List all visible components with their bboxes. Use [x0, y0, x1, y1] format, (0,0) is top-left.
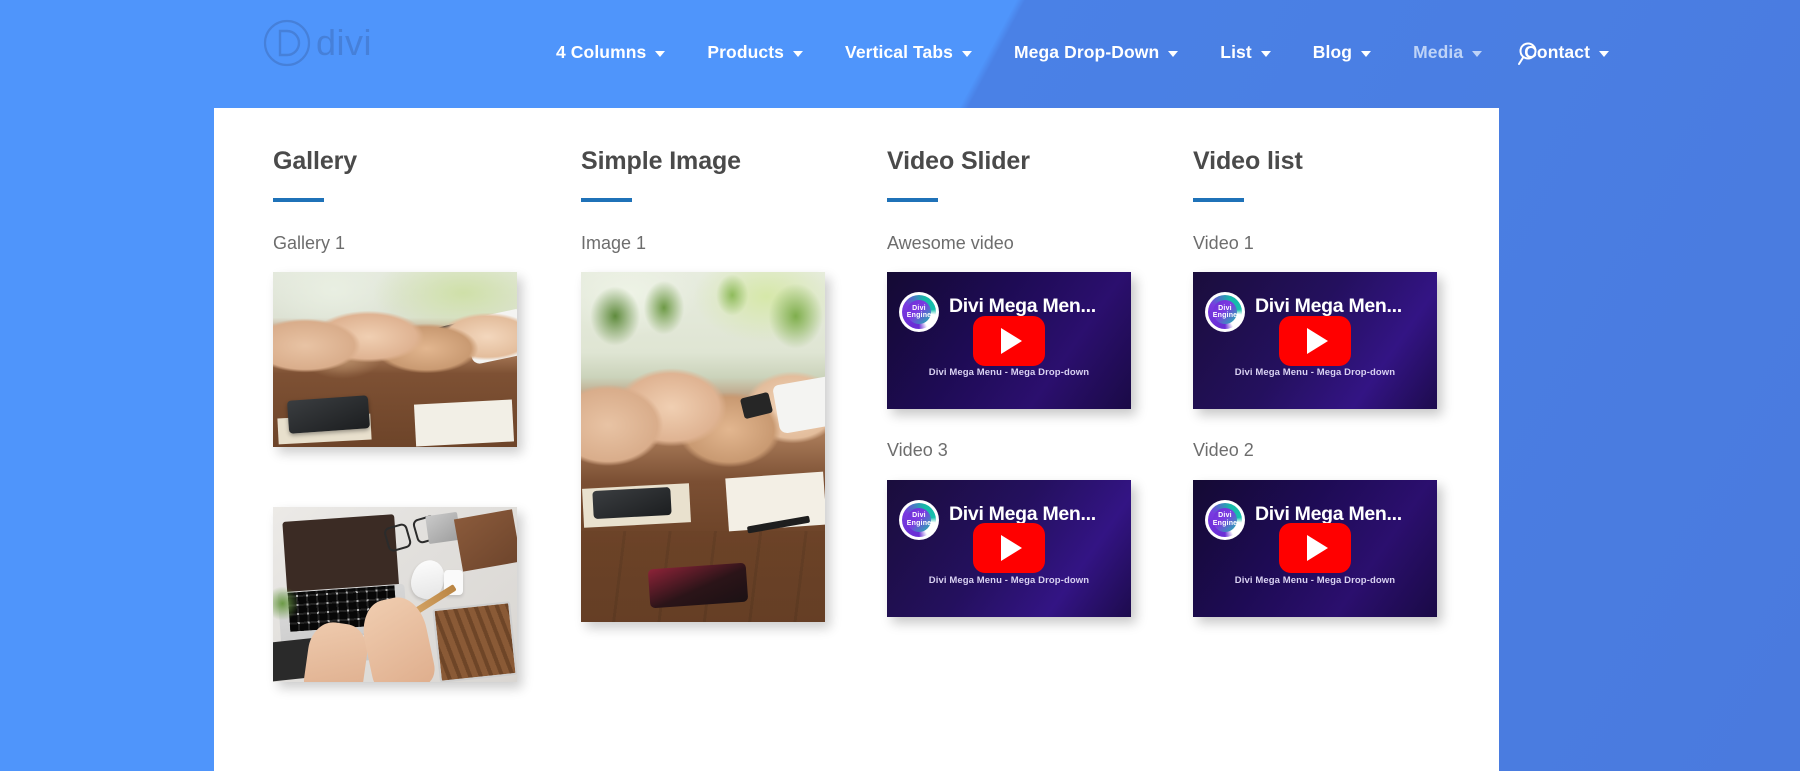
divi-engine-logo-icon: Divi Engine — [1205, 499, 1245, 540]
content-card: Gallery Gallery 1 Simple Image Image 1 V… — [214, 108, 1499, 771]
logo-line-2: Engine — [906, 519, 932, 527]
chevron-down-icon — [1472, 51, 1483, 57]
play-button-icon[interactable] — [973, 523, 1045, 574]
chevron-down-icon — [1260, 51, 1271, 57]
nav-item-list[interactable]: List — [1199, 42, 1292, 63]
photo-hands-teamwork — [273, 272, 517, 448]
nav-item-media[interactable]: Media — [1392, 42, 1503, 63]
video-title: Divi Mega Men... — [1255, 502, 1402, 525]
column-simple-image: Simple Image Image 1 — [522, 146, 828, 682]
chevron-down-icon — [1168, 51, 1179, 57]
logo-line-2: Engine — [1212, 312, 1238, 320]
photo-detail-sleeve — [772, 376, 825, 435]
column-title: Video Slider — [887, 147, 1030, 175]
video-subtitle: Divi Mega Menu - Mega Drop-down — [1234, 367, 1396, 379]
video-thumbnail-video-2[interactable]: Divi Engine Divi Mega Men... Divi Mega M… — [1193, 479, 1437, 617]
photo-detail-plant — [273, 584, 298, 623]
nav-label: Blog — [1312, 42, 1353, 62]
logo-line-1: Divi — [1218, 304, 1232, 312]
title-underline — [581, 198, 632, 202]
gallery-image-1[interactable] — [273, 272, 517, 448]
photo-detail-basket — [432, 601, 517, 683]
item-label-video-2: Video 2 — [1193, 440, 1254, 461]
photo-detail-watch — [432, 321, 468, 348]
nav-item-4-columns[interactable]: 4 Columns — [535, 42, 686, 63]
column-title: Gallery — [273, 147, 358, 175]
video-thumbnail-awesome-video[interactable]: Divi Engine Divi Mega Men... Divi Mega M… — [887, 272, 1131, 410]
logo-line-2: Engine — [1212, 519, 1238, 527]
chevron-down-icon — [1361, 51, 1372, 57]
main-nav: 4 Columns Products Vertical Tabs Mega Dr… — [535, 0, 1630, 105]
video-subtitle: Divi Mega Menu - Mega Drop-down — [1234, 574, 1396, 586]
divi-engine-logo-icon: Divi Engine — [899, 292, 939, 333]
item-label-video-1: Video 1 — [1193, 233, 1254, 253]
video-subtitle: Divi Mega Menu - Mega Drop-down — [928, 367, 1090, 379]
photo-detail-notebook — [413, 399, 514, 447]
item-label-gallery-1: Gallery 1 — [273, 233, 346, 253]
video-title: Divi Mega Men... — [949, 502, 1096, 525]
gallery-image-2[interactable] — [273, 507, 517, 683]
chevron-down-icon — [1599, 51, 1610, 57]
video-subtitle: Divi Mega Menu - Mega Drop-down — [928, 574, 1090, 586]
nav-item-mega-drop-down[interactable]: Mega Drop-Down — [993, 42, 1199, 63]
nav-item-products[interactable]: Products — [686, 42, 824, 63]
item-label-video-3: Video 3 — [887, 440, 948, 461]
columns-row: Gallery Gallery 1 Simple Image Image 1 V… — [214, 108, 1499, 683]
logo-line-1: Divi — [912, 512, 926, 520]
divi-logo-wordmark: divi — [316, 22, 373, 63]
site-header: divi 4 Columns Products Vertical Tabs Me… — [0, 0, 1800, 105]
column-gallery: Gallery Gallery 1 — [214, 146, 522, 683]
logo-line-1: Divi — [912, 304, 926, 312]
title-underline — [887, 198, 938, 202]
photo-detail-phone-top — [592, 487, 672, 520]
video-title: Divi Mega Men... — [1255, 295, 1402, 318]
search-icon[interactable] — [1516, 40, 1544, 68]
chevron-down-icon — [793, 51, 804, 57]
logo-line-1: Divi — [1218, 512, 1232, 520]
title-underline — [1193, 198, 1244, 202]
photo-desk-flatlay — [273, 507, 517, 683]
video-title: Divi Mega Men... — [949, 295, 1096, 318]
nav-label: Products — [707, 42, 785, 62]
nav-label: Vertical Tabs — [845, 42, 953, 62]
photo-detail-plants — [581, 272, 825, 378]
title-underline — [273, 198, 324, 202]
divi-logo[interactable]: divi — [262, 18, 372, 68]
video-thumbnail-video-3[interactable]: Divi Engine Divi Mega Men... Divi Mega M… — [887, 479, 1131, 617]
video-thumbnail-video-1[interactable]: Divi Engine Divi Mega Men... Divi Mega M… — [1193, 272, 1437, 410]
photo-detail-book — [454, 509, 517, 572]
nav-label: List — [1220, 42, 1252, 62]
column-title: Video list — [1193, 147, 1303, 175]
item-label-awesome-video: Awesome video — [887, 233, 1014, 253]
nav-label: Media — [1413, 42, 1464, 62]
divi-logo-mark-icon — [262, 18, 312, 68]
photo-detail-sleeve — [464, 309, 517, 365]
divi-engine-logo-icon: Divi Engine — [1205, 292, 1245, 333]
photo-detail-phone-bottom — [648, 563, 749, 609]
simple-image-1[interactable] — [581, 272, 825, 623]
photo-hands-teamwork-portrait — [581, 272, 825, 623]
play-button-icon[interactable] — [1279, 523, 1351, 574]
logo-core: Divi Engine — [1212, 507, 1238, 532]
logo-line-2: Engine — [906, 312, 932, 320]
play-button-icon[interactable] — [1279, 315, 1351, 366]
column-title: Simple Image — [581, 147, 741, 175]
nav-label: Mega Drop-Down — [1014, 42, 1160, 62]
item-label-image-1: Image 1 — [581, 233, 647, 253]
logo-core: Divi Engine — [906, 507, 932, 532]
chevron-down-icon — [655, 51, 666, 57]
chevron-down-icon — [962, 51, 972, 57]
nav-item-vertical-tabs[interactable]: Vertical Tabs — [824, 42, 993, 63]
divi-engine-logo-icon: Divi Engine — [899, 499, 939, 540]
nav-label: 4 Columns — [556, 42, 647, 62]
photo-detail-phone — [286, 395, 370, 435]
column-video-list: Video list Video 1 Divi Engine Divi Mega… — [1134, 146, 1440, 682]
nav-item-blog[interactable]: Blog — [1292, 42, 1392, 63]
column-video-slider: Video Slider Awesome video Divi Engine D… — [828, 146, 1134, 682]
page-root: divi 4 Columns Products Vertical Tabs Me… — [0, 0, 1800, 771]
play-button-icon[interactable] — [973, 315, 1045, 366]
